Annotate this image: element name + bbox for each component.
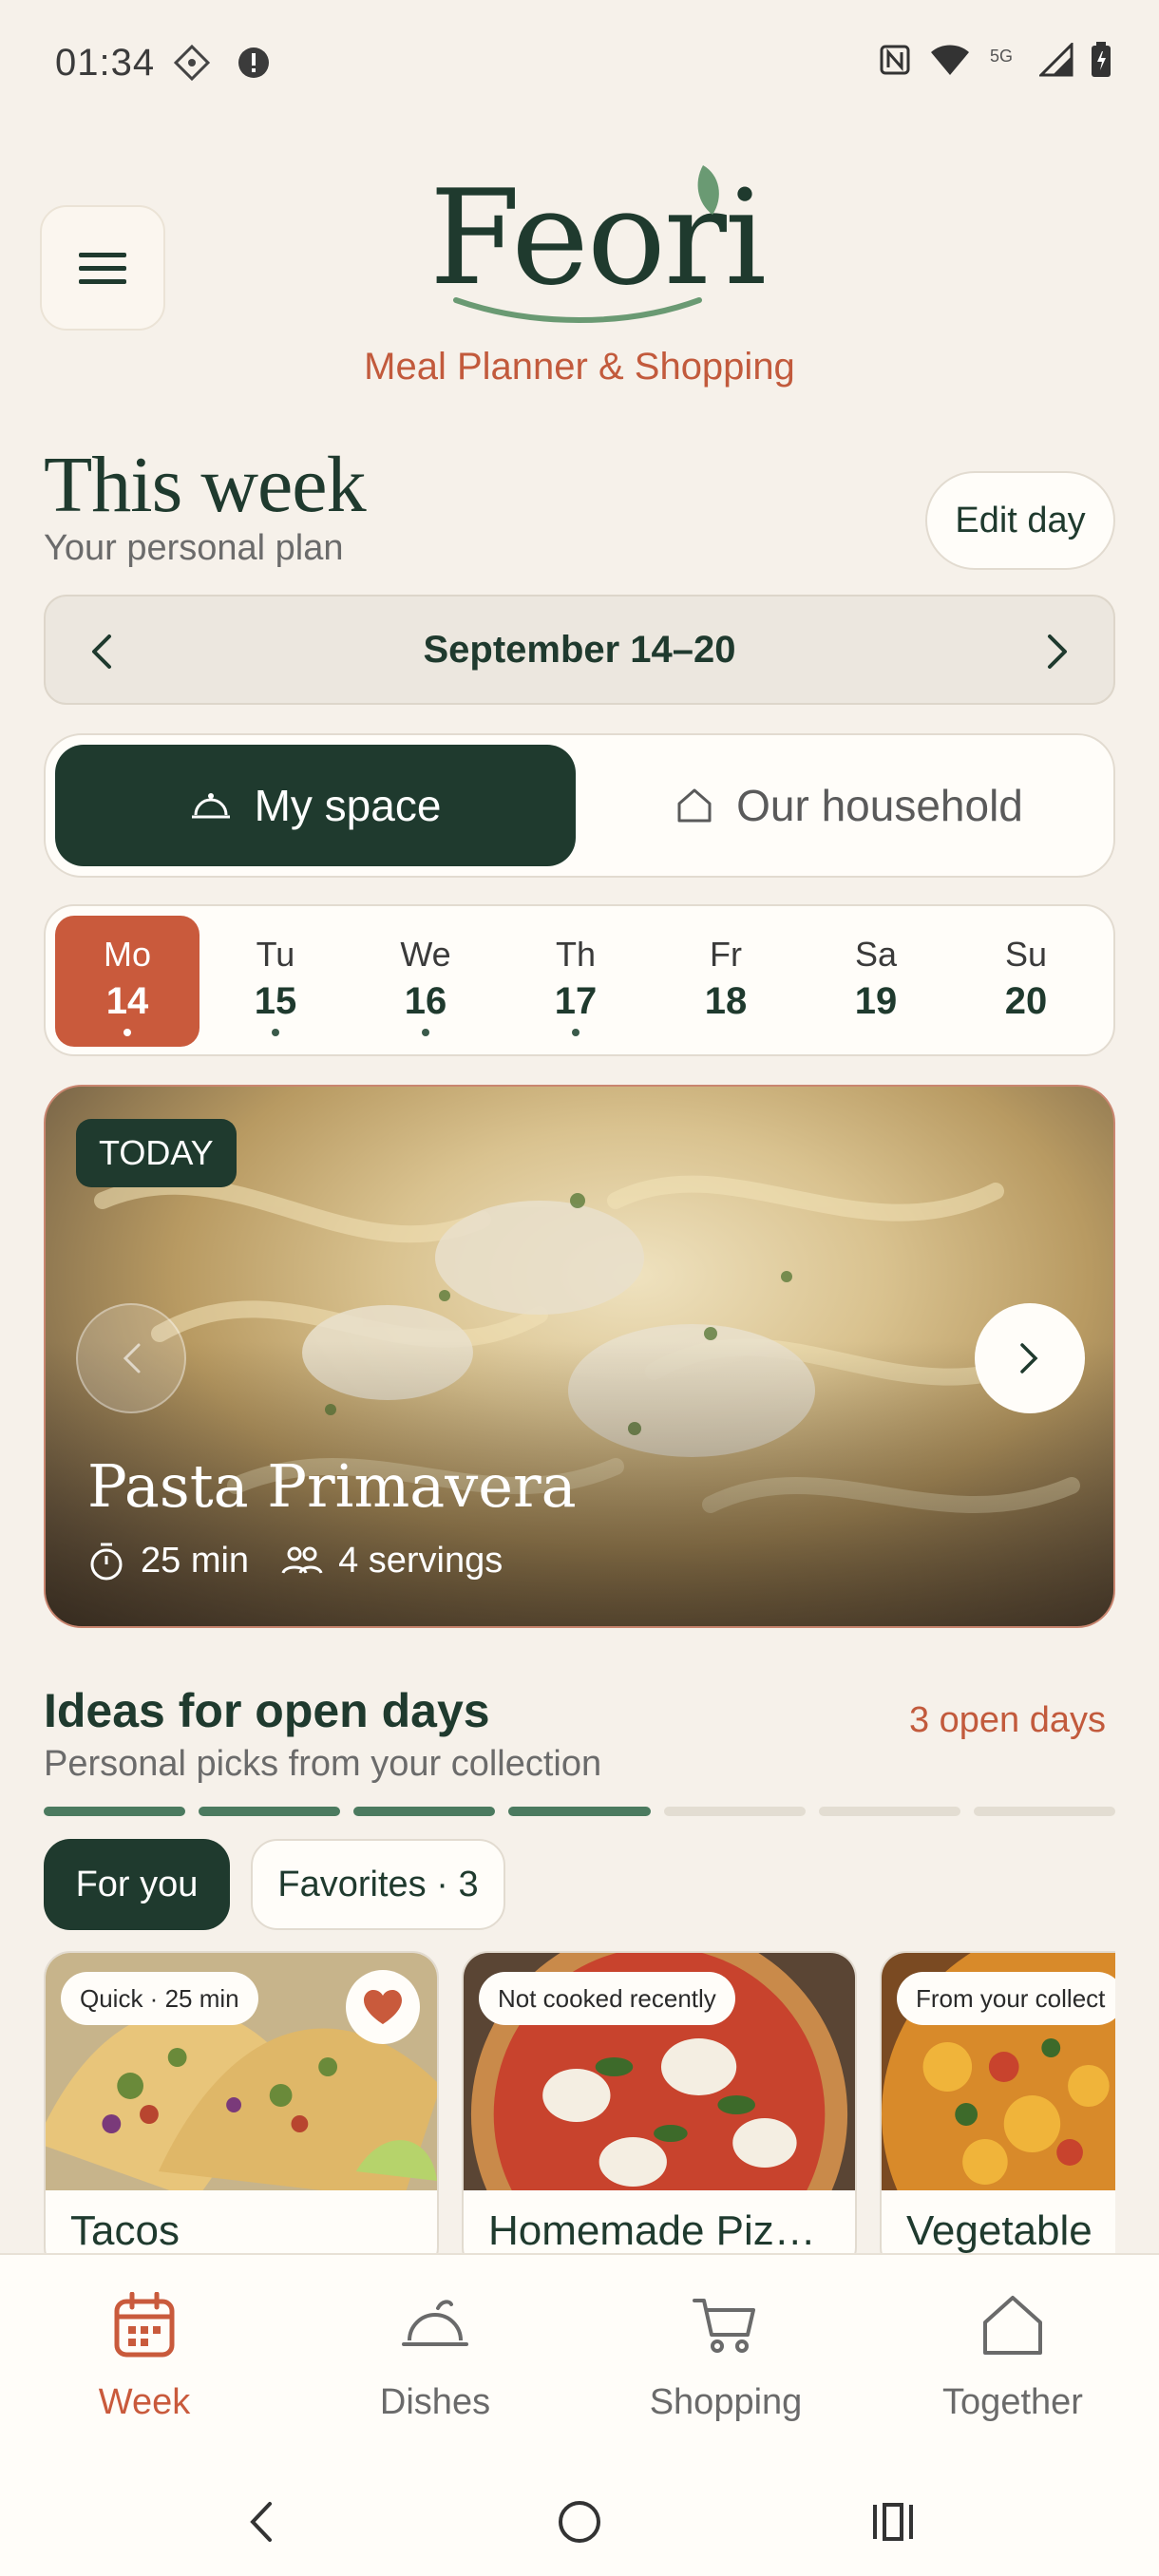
cart-icon [693, 2299, 755, 2353]
planned-dot [124, 1029, 131, 1036]
card-title: Vegetable [906, 2207, 1092, 2254]
signal-icon [1039, 43, 1074, 77]
day-mo[interactable]: Mo 14 [55, 916, 200, 1047]
next-meal-button[interactable] [975, 1303, 1085, 1413]
open-days-progress [44, 1807, 1115, 1816]
space-toggle: My space Our household [44, 733, 1115, 878]
status-right-icons: 5G [878, 42, 1112, 78]
today-badge: TODAY [76, 1119, 237, 1187]
system-nav-bar [0, 2462, 1159, 2576]
system-home-button[interactable] [546, 2489, 613, 2555]
nav-week[interactable]: Week [30, 2287, 258, 2423]
status-left-icons [173, 44, 272, 82]
section-subtitle: Personal picks from your collection [44, 1744, 602, 1784]
hamburger-icon [79, 253, 126, 284]
page-subtitle: Your personal plan [44, 528, 344, 568]
progress-segment [818, 1807, 960, 1816]
favorite-button[interactable] [346, 1970, 420, 2044]
calendar-icon [114, 2292, 175, 2358]
wifi-icon [931, 45, 969, 75]
card-title: Homemade Piz… [488, 2207, 816, 2254]
card-tag: From your collect [897, 1972, 1115, 2025]
idea-card-tacos[interactable]: Quick · 25 min Tacos [44, 1951, 439, 2255]
tagline: Meal Planner & Shopping [364, 346, 795, 388]
heart-icon [364, 1990, 402, 2024]
date-range-nav: September 14–20 [44, 595, 1115, 705]
home-icon [983, 2296, 1042, 2355]
day-th[interactable]: Th 17 [504, 916, 648, 1047]
tab-our-household-label: Our household [736, 781, 1023, 830]
day-sa[interactable]: Sa 19 [804, 916, 948, 1047]
progress-segment [973, 1807, 1115, 1816]
chevron-right-icon [1048, 635, 1067, 669]
chevron-right-icon [1020, 1343, 1038, 1373]
chip-favorites[interactable]: Favorites · 3 [251, 1839, 505, 1930]
meal-title: Pasta Primavera [87, 1451, 577, 1521]
day-tu[interactable]: Tu 15 [203, 916, 348, 1047]
idea-card-pizza[interactable]: Not cooked recently Homemade Piz… [462, 1951, 857, 2255]
nav-together-label: Together [942, 2382, 1083, 2422]
brand-logo: Feori [418, 161, 767, 323]
progress-segment [199, 1807, 341, 1816]
planned-dot [422, 1029, 429, 1036]
5g-icon: 5G [990, 47, 1013, 66]
chevron-left-icon [123, 1343, 141, 1373]
card-tag: Quick · 25 min [61, 1972, 258, 2025]
cloche-icon [402, 2300, 468, 2346]
day-we[interactable]: We 16 [353, 916, 498, 1047]
nav-shopping-label: Shopping [649, 2382, 803, 2422]
edit-day-button[interactable]: Edit day [925, 471, 1115, 570]
progress-segment [508, 1807, 651, 1816]
nav-dishes[interactable]: Dishes [321, 2287, 549, 2423]
cloche-icon [191, 793, 230, 819]
chip-for-you[interactable]: For you [44, 1839, 230, 1930]
alert-icon [238, 47, 269, 78]
today-meal-card[interactable]: TODAY Pasta Primavera 25 min 4 servings [44, 1085, 1115, 1628]
nav-dishes-label: Dishes [379, 2382, 491, 2422]
recents-icon [873, 2503, 913, 2541]
open-days-count: 3 open days [908, 1700, 1106, 1740]
nfc-icon [880, 45, 910, 75]
people-icon [281, 1546, 323, 1574]
menu-button[interactable] [40, 205, 165, 331]
progress-segment [353, 1807, 496, 1816]
back-icon [250, 2502, 272, 2542]
progress-segment [44, 1807, 186, 1816]
page-title: This week [44, 441, 367, 529]
idea-card-vegetable[interactable]: From your collect Vegetable [880, 1951, 1115, 2255]
prev-meal-button[interactable] [76, 1303, 186, 1413]
photo-icon [173, 44, 211, 82]
progress-segment [663, 1807, 806, 1816]
meal-time: 25 min [141, 1541, 250, 1581]
tab-our-household[interactable]: Our household [593, 745, 1106, 866]
system-back-button[interactable] [228, 2489, 294, 2555]
card-tag: Not cooked recently [479, 1972, 735, 2025]
date-range-label: September 14–20 [423, 629, 736, 671]
planned-dot [572, 1029, 580, 1036]
timer-icon [90, 1543, 123, 1580]
status-time: 01:34 [55, 42, 156, 84]
nav-shopping[interactable]: Shopping [612, 2287, 840, 2423]
home-circle-icon [559, 2501, 600, 2543]
day-selector: Mo 14 Tu 15 We 16 Th 17 Fr 18 Sa 19 Su 2… [44, 904, 1115, 1056]
system-recents-button[interactable] [860, 2489, 926, 2555]
svg-text:5G: 5G [990, 47, 1013, 66]
next-week-button[interactable] [1032, 625, 1085, 678]
tab-my-space-label: My space [254, 781, 442, 830]
section-title: Ideas for open days [44, 1684, 490, 1737]
meal-servings: 4 servings [338, 1541, 504, 1581]
bottom-nav: Week Dishes Shopping Together [0, 2253, 1159, 2462]
nav-together[interactable]: Together [899, 2287, 1127, 2423]
nav-week-label: Week [98, 2382, 191, 2422]
day-su[interactable]: Su 20 [954, 916, 1098, 1047]
day-fr[interactable]: Fr 18 [654, 916, 798, 1047]
ideas-carousel: Quick · 25 min Tacos Not cooked recently… [44, 1951, 1115, 2255]
tab-my-space[interactable]: My space [55, 745, 576, 866]
home-icon [677, 788, 712, 823]
planned-dot [272, 1029, 279, 1036]
card-title: Tacos [70, 2207, 180, 2254]
battery-icon [1092, 42, 1111, 77]
meal-meta: 25 min 4 servings [87, 1541, 503, 1582]
